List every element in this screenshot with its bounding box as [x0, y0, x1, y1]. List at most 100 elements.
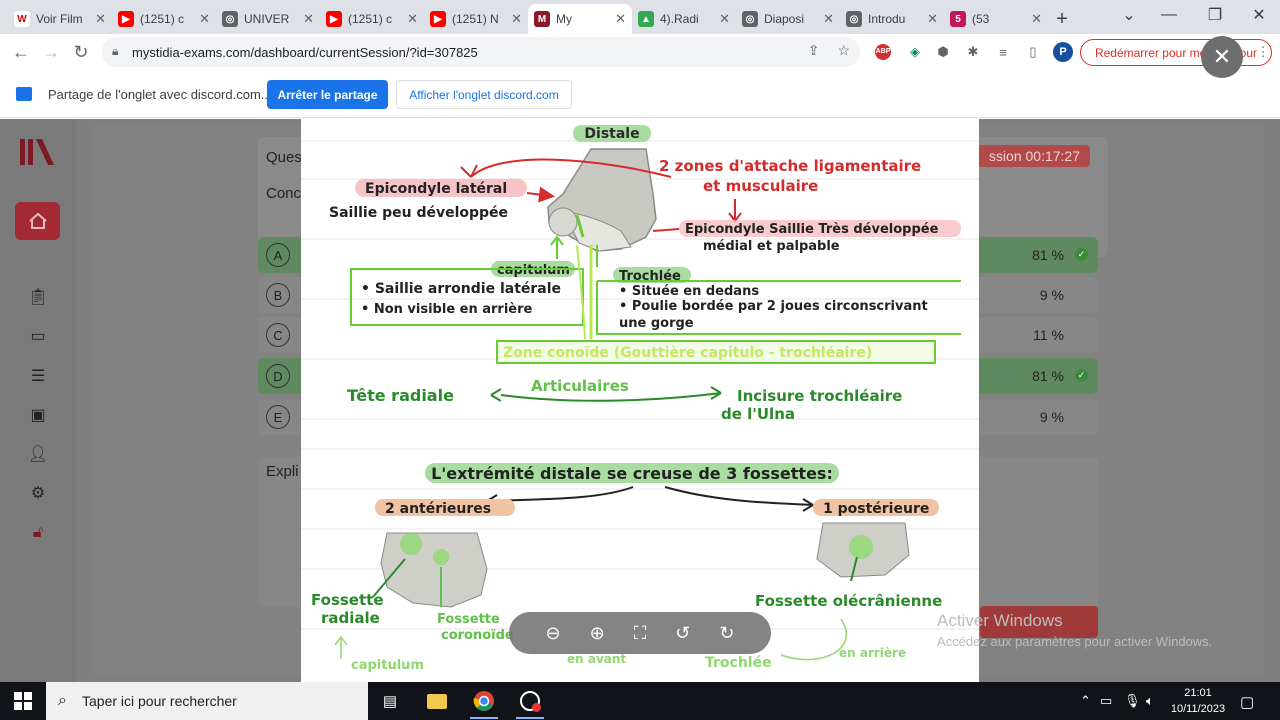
show-tab-button[interactable]: Afficher l'onglet discord.com	[396, 80, 572, 109]
bookmark-star-icon[interactable]: ☆	[837, 42, 850, 59]
side-panel-icon[interactable]: ▯	[1022, 41, 1044, 63]
extension-sync-icon[interactable]: ◈	[904, 41, 926, 63]
drive-icon: ▲	[638, 11, 654, 27]
archive-icon[interactable]: ▭	[26, 324, 50, 348]
task-view-icon[interactable]: ▤	[370, 686, 410, 716]
tab-close-icon[interactable]: ✕	[511, 11, 522, 27]
share-icon[interactable]: ⇪	[808, 42, 820, 59]
tab-close-icon[interactable]: ✕	[823, 11, 834, 27]
bottom-trochlee-label: Trochlée	[705, 655, 772, 671]
incisure-label: Incisure trochléaire	[737, 387, 902, 405]
notifications-icon[interactable]: ▢	[1240, 693, 1254, 711]
correct-check-icon: ✓	[1075, 248, 1088, 261]
browser-tab[interactable]: M My ✕	[528, 4, 632, 34]
rotate-right-icon[interactable]: ↻	[719, 623, 734, 644]
list-icon[interactable]: ☰	[26, 364, 50, 388]
maximize-button[interactable]: ❐	[1192, 0, 1238, 30]
epicondyle-lateral-desc: Saillie peu développée	[329, 205, 508, 221]
tab-close-icon[interactable]: ✕	[615, 11, 626, 27]
adblock-icon[interactable]: ABP	[872, 41, 894, 63]
taskbar-search-placeholder: Taper ici pour rechercher	[82, 693, 237, 709]
chrome-taskbar-icon[interactable]	[464, 686, 504, 719]
zoom-in-icon[interactable]: ⊕	[590, 623, 605, 644]
browser-tab[interactable]: ▶ (1251) c ✕	[320, 4, 424, 34]
option-percentage: 81 %	[1032, 247, 1064, 263]
tab-close-icon[interactable]: ✕	[927, 11, 938, 27]
session-timer: ssion 00:17:27	[960, 145, 1090, 167]
tab-sharing-bar: Partage de l'onglet avec discord.com... …	[0, 70, 1280, 118]
fossette-radiale-label: Fossette	[311, 591, 384, 609]
browser-tab[interactable]: ◎ Diaposi ✕	[736, 4, 840, 34]
browser-tab[interactable]: ▲ 4).Radi ✕	[632, 4, 736, 34]
address-bar[interactable]: 🔒︎ mystidia-exams.com/dashboard/currentS…	[102, 37, 860, 67]
settings-gear-icon[interactable]: ⚙	[26, 481, 50, 505]
tray-chevron-icon[interactable]: ⌃	[1080, 693, 1091, 709]
browser-tab[interactable]: ◎ Introdu ✕	[840, 4, 944, 34]
browser-tab[interactable]: 5 (53 ✕	[944, 4, 1048, 34]
tab-close-icon[interactable]: ✕	[95, 11, 106, 27]
fullscreen-icon[interactable]: ⛶	[634, 623, 647, 644]
system-clock[interactable]: 21:01 10/11/2023	[1168, 685, 1228, 717]
recorder-taskbar-icon[interactable]	[510, 686, 550, 719]
globe-icon: ◎	[846, 11, 862, 27]
close-viewer-button[interactable]: ✕	[1201, 36, 1243, 78]
tab-close-icon[interactable]: ✕	[407, 11, 418, 27]
home-icon	[28, 212, 47, 229]
browser-tab[interactable]: ◎ UNIVER ✕	[216, 4, 320, 34]
zoom-out-icon[interactable]: ⊖	[546, 623, 561, 644]
rotate-left-icon[interactable]: ↺	[675, 623, 690, 644]
tab-close-icon[interactable]: ✕	[199, 11, 210, 27]
tab-label: Voir Film	[36, 12, 83, 26]
option-letter: D	[266, 364, 290, 388]
back-button[interactable]: ←	[6, 37, 36, 67]
search-icon: ⌕	[58, 692, 67, 709]
epicondyle-lateral-label: Epicondyle latéral	[365, 181, 507, 197]
option-percentage: 81 %	[1032, 368, 1064, 384]
restart-update-button[interactable]: Redémarrer pour mettre à jour	[1080, 39, 1272, 66]
menu-kebab-icon[interactable]: ⋮	[1252, 41, 1274, 63]
clock-date: 10/11/2023	[1170, 703, 1226, 715]
user-icon[interactable]: 👤︎	[26, 442, 50, 466]
bottom-avant-label: en avant	[567, 652, 626, 666]
tab-close-icon[interactable]: ✕	[1031, 11, 1042, 27]
battery-icon[interactable]: ▭	[1100, 693, 1112, 709]
tab-close-icon[interactable]: ✕	[719, 11, 730, 27]
browser-tab[interactable]: W Voir Film ✕	[8, 4, 112, 34]
bottom-arriere-label: en arrière	[839, 646, 906, 660]
shield-icon[interactable]: ⬢	[932, 41, 954, 63]
fossette-coronoide-label: Fossette	[437, 612, 500, 627]
tab-close-icon[interactable]: ✕	[303, 11, 314, 27]
windows-activation-title: Activer Windows	[937, 611, 1063, 630]
reload-button[interactable]: ↻	[66, 37, 96, 67]
capitulum-bullet-1: • Saillie arrondie latérale	[361, 281, 561, 297]
ticket-icon[interactable]: ▣	[26, 403, 50, 427]
new-tab-button[interactable]: +	[1048, 4, 1076, 34]
reading-list-icon[interactable]: ≡	[992, 41, 1014, 63]
mystidia-icon: M	[534, 11, 550, 27]
tab-label: (1251) N	[452, 12, 499, 26]
close-window-button[interactable]: ✕	[1236, 0, 1280, 30]
minimize-button[interactable]: —	[1146, 0, 1192, 30]
taskbar-search-box[interactable]: ⌕ Taper ici pour rechercher	[46, 682, 368, 720]
lock-icon: 🔒︎	[112, 44, 119, 58]
unlock-icon[interactable]: 🔓︎	[26, 521, 50, 545]
windows-logo-icon	[14, 692, 32, 710]
profile-avatar[interactable]: P	[1052, 41, 1074, 63]
volume-icon[interactable]: 🔈︎	[1146, 693, 1154, 709]
chrome-icon	[473, 691, 494, 711]
home-nav-button[interactable]	[15, 202, 60, 240]
forward-button[interactable]: →	[36, 37, 66, 67]
browser-tab[interactable]: ▶ (1251) N ✕	[424, 4, 528, 34]
browser-tab[interactable]: ▶ (1251) c ✕	[112, 4, 216, 34]
extensions-puzzle-icon[interactable]: ✱	[962, 41, 984, 63]
microphone-icon[interactable]: 🎙︎	[1124, 693, 1141, 709]
capitulum-bullet-2: • Non visible en arrière	[361, 302, 533, 317]
file-explorer-icon[interactable]	[417, 686, 457, 716]
globe-icon: ◎	[222, 11, 238, 27]
stop-sharing-button[interactable]: Arrêter le partage	[267, 80, 388, 109]
windows-start-button[interactable]	[0, 682, 46, 720]
address-toolbar: ← → ↻ 🔒︎ mystidia-exams.com/dashboard/cu…	[0, 34, 1280, 70]
anterieures-label: 2 antérieures	[385, 501, 491, 517]
tab-label: Diaposi	[764, 12, 805, 26]
clipboard-icon[interactable]: 📋︎	[26, 285, 50, 309]
